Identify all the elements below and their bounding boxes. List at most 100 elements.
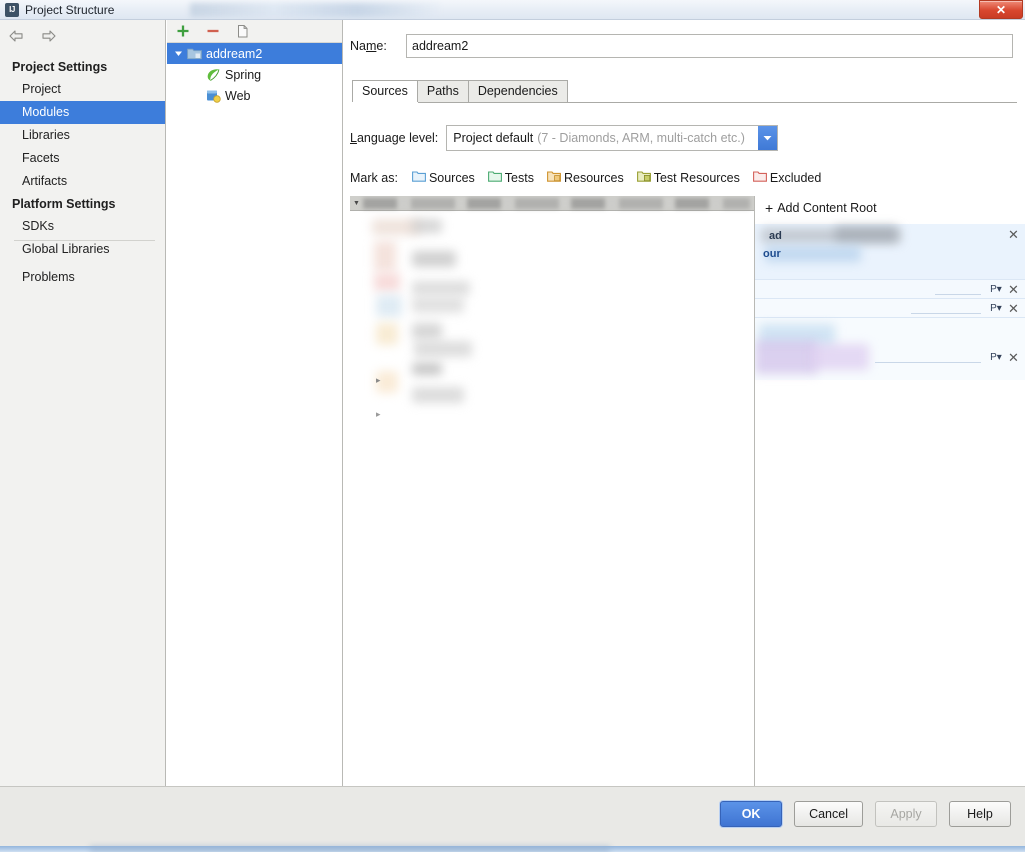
modules-tree-list: addream2 Spring Web: [167, 43, 342, 106]
expand-collapse-icon[interactable]: [170, 49, 186, 58]
package-prefix-icon[interactable]: P▾: [989, 283, 1003, 296]
sidebar-item-artifacts[interactable]: Artifacts: [0, 170, 165, 193]
tab-paths[interactable]: Paths: [416, 80, 469, 102]
source-folders-tree-header: ▼: [350, 196, 754, 211]
content-root-entry[interactable]: P▾ ✕: [755, 299, 1025, 318]
tab-sources[interactable]: Sources: [352, 80, 418, 102]
source-folders-tree[interactable]: ▼ ▸ ▸: [350, 196, 755, 786]
module-folder-icon: [186, 46, 202, 62]
redacted-tree-item: [412, 323, 442, 339]
help-button[interactable]: Help: [949, 801, 1011, 827]
redacted-tree-item: [376, 295, 402, 317]
module-name-input[interactable]: [406, 34, 1013, 58]
content-root-entry[interactable]: ad our ✕: [755, 224, 1025, 280]
forward-arrow-icon[interactable]: [38, 26, 58, 46]
source-folders-tree-body: ▸ ▸: [350, 211, 754, 786]
mark-as-test-resources-button[interactable]: Test Resources: [636, 170, 740, 185]
close-window-button[interactable]: ✕: [979, 0, 1023, 19]
redacted-root-path: [362, 197, 750, 209]
mark-as-label-text: Excluded: [769, 170, 822, 185]
dialog-footer: OK Cancel Apply Help: [0, 786, 1025, 846]
module-name-row: Name:: [350, 34, 1013, 58]
web-module-icon: [205, 88, 221, 104]
sidebar-divider: [14, 240, 155, 241]
language-level-combobox[interactable]: Project default (7 - Diamonds, ARM, mult…: [446, 125, 779, 151]
package-prefix-icon[interactable]: P▾: [989, 351, 1003, 364]
sidebar-group-platform-settings: Platform Settings: [12, 197, 116, 211]
tab-dependencies[interactable]: Dependencies: [467, 80, 568, 102]
remove-content-root-icon[interactable]: ✕: [1007, 351, 1020, 364]
redacted-tree-item: [376, 323, 398, 345]
remove-content-root-icon[interactable]: ✕: [1007, 228, 1020, 241]
sidebar-item-global-libraries[interactable]: Global Libraries: [0, 238, 165, 261]
window-body: Project Settings Project Modules Librari…: [0, 20, 1025, 852]
mark-as-label-text: Test Resources: [653, 170, 740, 185]
sidebar-item-project[interactable]: Project: [0, 78, 165, 101]
sources-content-split: ▼ ▸ ▸ + Add Content Root ad our ✕ P▾ ✕ P…: [350, 196, 1025, 786]
dialog-button-row: OK Cancel Apply Help: [720, 801, 1011, 827]
remove-content-root-icon[interactable]: ✕: [1007, 283, 1020, 296]
mark-as-row: Mark as: Sources Tests Resources Test Re…: [350, 170, 834, 185]
window-titlebar: IJ Project Structure ✕: [0, 0, 1025, 20]
redacted-tree-item: [412, 251, 456, 267]
ok-button[interactable]: OK: [720, 801, 783, 827]
redacted-content-root-path: [835, 226, 897, 242]
sidebar-item-facets[interactable]: Facets: [0, 147, 165, 170]
redacted-tree-item: [412, 387, 464, 403]
tree-node-web[interactable]: Web: [167, 85, 342, 106]
tests-folder-icon: [487, 170, 502, 185]
tree-expand-arrow-icon[interactable]: ▸: [376, 375, 381, 386]
collapse-arrow-icon[interactable]: ▼: [353, 200, 360, 207]
tree-expand-arrow-icon[interactable]: ▸: [376, 409, 381, 420]
mark-as-tests-button[interactable]: Tests: [487, 170, 534, 185]
sidebar-group-project-settings: Project Settings: [12, 60, 108, 74]
tree-node-spring[interactable]: Spring: [167, 64, 342, 85]
add-content-root-label: Add Content Root: [777, 201, 877, 215]
mark-as-resources-button[interactable]: Resources: [547, 170, 624, 185]
copy-module-button[interactable]: [234, 22, 252, 40]
mark-as-excluded-button[interactable]: Excluded: [752, 170, 822, 185]
resources-folder-icon: [547, 170, 561, 185]
add-content-root-button[interactable]: + Add Content Root: [765, 201, 877, 215]
content-root-entry[interactable]: P▾ ✕: [755, 280, 1025, 299]
language-level-hint: (7 - Diamonds, ARM, multi-catch etc.): [537, 131, 745, 145]
sidebar-navigation: [6, 26, 58, 46]
window-bottom-strip-redacted: [90, 846, 610, 852]
redacted-tree-item: [374, 241, 396, 271]
sidebar-item-modules[interactable]: Modules: [0, 101, 165, 124]
add-module-button[interactable]: [174, 22, 192, 40]
sidebar-item-libraries[interactable]: Libraries: [0, 124, 165, 147]
test-resources-folder-icon: [636, 170, 651, 185]
redacted-tree-item: [374, 273, 400, 291]
tree-node-label: Spring: [225, 67, 262, 82]
mark-as-label: Mark as:: [350, 170, 398, 185]
redacted-tree-item: [412, 297, 464, 313]
content-root-underline: [875, 362, 981, 363]
sidebar-item-problems[interactable]: Problems: [0, 266, 165, 289]
modules-tree-panel: addream2 Spring Web: [167, 20, 343, 786]
module-tabs: Sources Paths Dependencies: [352, 80, 1017, 103]
remove-module-button[interactable]: [204, 22, 222, 40]
cancel-button[interactable]: Cancel: [794, 801, 863, 827]
chevron-down-icon[interactable]: [758, 126, 778, 150]
content-root-entry[interactable]: P▾ ✕: [755, 348, 1025, 367]
redacted-tree-item: [414, 341, 472, 357]
language-level-value: Project default: [453, 131, 534, 145]
apply-button: Apply: [875, 801, 937, 827]
language-level-row: Language level: Project default (7 - Dia…: [350, 125, 779, 151]
language-level-label: Language level:: [350, 131, 439, 145]
remove-content-root-icon[interactable]: ✕: [1007, 302, 1020, 315]
tree-node-addream2[interactable]: addream2: [167, 43, 342, 64]
package-prefix-icon[interactable]: P▾: [989, 302, 1003, 315]
module-name-label: Name:: [350, 39, 387, 53]
mark-as-label-text: Resources: [563, 170, 624, 185]
mark-as-sources-button[interactable]: Sources: [411, 170, 475, 185]
back-arrow-icon[interactable]: [6, 26, 26, 46]
content-root-underline: [935, 294, 981, 295]
sidebar-item-sdks[interactable]: SDKs: [0, 215, 165, 238]
module-editor-panel: Name: Sources Paths Dependencies Languag…: [344, 20, 1025, 786]
excluded-folder-icon: [752, 170, 767, 185]
spring-leaf-icon: [205, 67, 221, 83]
redacted-tree-item: [412, 363, 442, 375]
tree-node-label: addream2: [206, 46, 263, 61]
